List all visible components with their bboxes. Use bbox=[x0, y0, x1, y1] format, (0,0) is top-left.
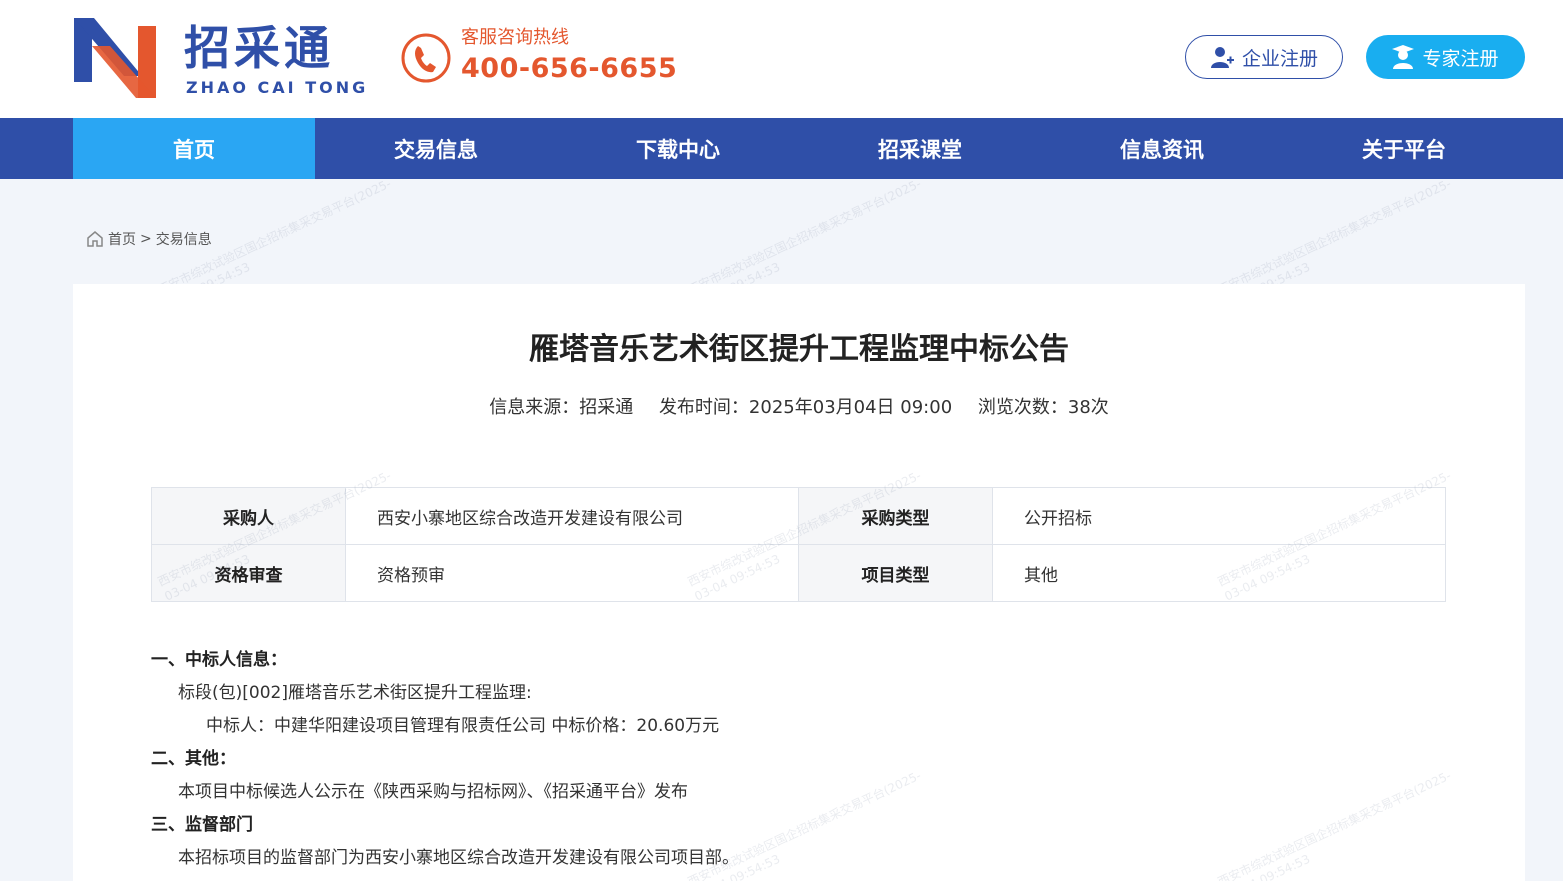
hotline-label: 客服咨询热线 bbox=[461, 27, 569, 48]
article-source: 信息来源：招采通 bbox=[489, 397, 634, 418]
article-card: 雁塔音乐艺术街区提升工程监理中标公告 信息来源：招采通 发布时间：2025年03… bbox=[73, 284, 1525, 881]
main-nav: 首页 交易信息 下载中心 招采课堂 信息资讯 关于平台 bbox=[0, 118, 1563, 179]
article-title: 雁塔音乐艺术街区提升工程监理中标公告 bbox=[529, 332, 1069, 367]
article-body: 一、中标人信息： 标段(包)[002]雁塔音乐艺术街区提升工程监理: 中标人：中… bbox=[151, 644, 1446, 875]
section-title: 一、中标人信息： bbox=[151, 650, 287, 670]
table-value: 资格预审 bbox=[345, 544, 799, 602]
table-key: 采购人 bbox=[151, 487, 346, 545]
article-meta: 信息来源：招采通 发布时间：2025年03月04日 09:00 浏览次数：38次 bbox=[73, 396, 1525, 420]
project-info-table: 采购人 西安小寨地区综合改造开发建设有限公司 采购类型 公开招标 资格审查 资格… bbox=[151, 487, 1446, 602]
table-row: 采购人 西安小寨地区综合改造开发建设有限公司 采购类型 公开招标 bbox=[151, 487, 1446, 545]
expert-register-label: 专家注册 bbox=[1422, 47, 1499, 70]
section-title: 三、监督部门 bbox=[151, 815, 253, 835]
home-icon bbox=[87, 231, 103, 247]
expert-register-button[interactable]: 专家注册 bbox=[1366, 35, 1525, 79]
nav-item-home[interactable]: 首页 bbox=[73, 118, 315, 179]
article-publish-time: 发布时间：2025年03月04日 09:00 bbox=[658, 397, 953, 418]
section-text: 本招标项目的监督部门为西安小寨地区综合改造开发建设有限公司项目部。 bbox=[178, 848, 739, 868]
phone-icon bbox=[401, 33, 451, 83]
user-add-icon bbox=[1210, 47, 1234, 68]
table-key: 项目类型 bbox=[798, 544, 993, 602]
table-value: 公开招标 bbox=[992, 487, 1446, 545]
article-views: 浏览次数：38次 bbox=[977, 397, 1109, 418]
section-text: 标段(包)[002]雁塔音乐艺术街区提升工程监理: bbox=[178, 683, 532, 703]
table-row: 资格审查 资格预审 项目类型 其他 bbox=[151, 544, 1446, 602]
nav-item-procurement-class[interactable]: 招采课堂 bbox=[799, 118, 1041, 179]
nav-item-about[interactable]: 关于平台 bbox=[1283, 118, 1525, 179]
breadcrumb: 首页 > 交易信息 bbox=[86, 229, 212, 249]
breadcrumb-current[interactable]: 交易信息 bbox=[156, 229, 212, 249]
section-text: 本项目中标候选人公示在《陕西采购与招标网》、《招采通平台》发布 bbox=[178, 782, 688, 802]
section-text: 中标人：中建华阳建设项目管理有限责任公司 中标价格：20.60万元 bbox=[206, 716, 720, 736]
breadcrumb-separator: > bbox=[140, 231, 152, 247]
nav-item-download-center[interactable]: 下载中心 bbox=[557, 118, 799, 179]
hotline-number: 400-656-6655 bbox=[461, 53, 678, 84]
logo-subtext: ZHAO CAI TONG bbox=[186, 78, 369, 97]
breadcrumb-home-link[interactable]: 首页 bbox=[108, 229, 136, 249]
nav-item-trade-info[interactable]: 交易信息 bbox=[315, 118, 557, 179]
table-key: 采购类型 bbox=[798, 487, 993, 545]
table-key: 资格审查 bbox=[151, 544, 346, 602]
logo-mark-icon bbox=[74, 18, 156, 98]
table-value: 其他 bbox=[992, 544, 1446, 602]
site-header: 招采通 ZHAO CAI TONG 客服咨询热线 400-656-6655 企业… bbox=[0, 0, 1563, 118]
site-logo[interactable]: 招采通 ZHAO CAI TONG bbox=[72, 16, 372, 100]
enterprise-register-button[interactable]: 企业注册 bbox=[1185, 35, 1343, 79]
logo-text: 招采通 bbox=[184, 21, 334, 75]
section-title: 二、其他： bbox=[151, 749, 236, 769]
nav-item-news[interactable]: 信息资讯 bbox=[1041, 118, 1283, 179]
enterprise-register-label: 企业注册 bbox=[1241, 47, 1318, 70]
expert-icon bbox=[1392, 45, 1415, 69]
table-value: 西安小寨地区综合改造开发建设有限公司 bbox=[345, 487, 799, 545]
